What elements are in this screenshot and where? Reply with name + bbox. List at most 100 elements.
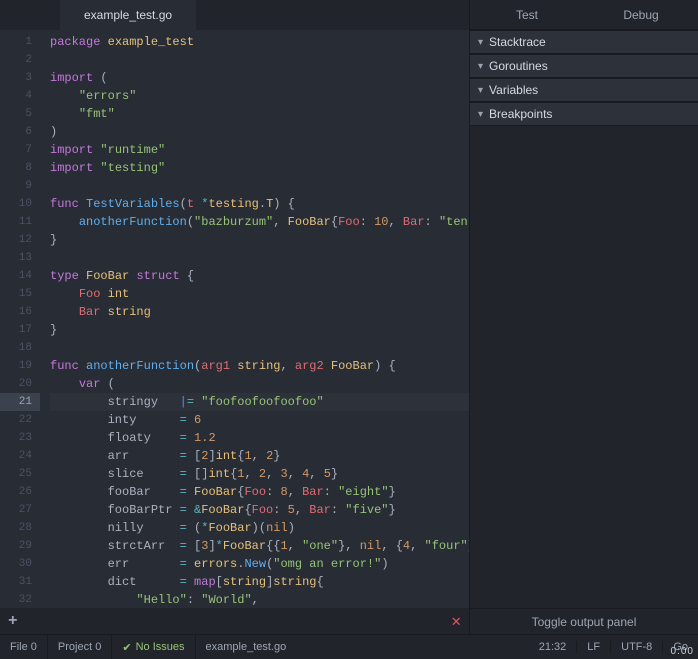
debug-tab-label: Test [516,8,538,22]
line-number[interactable]: 8 [0,159,40,177]
line-number[interactable]: 30 [0,555,40,573]
debug-section-variables[interactable]: ▾Variables [470,78,698,102]
code-line[interactable]: fooBar = FooBar{Foo: 8, Bar: "eight"} [50,483,469,501]
status-project-diagnostics[interactable]: Project 0 [48,635,112,659]
toggle-output-panel[interactable]: Toggle output panel [470,608,698,634]
code-line[interactable]: ) [50,123,469,141]
editor-bottom-bar: + ✕ [0,608,469,634]
code-line[interactable]: "fmt" [50,105,469,123]
code-line[interactable]: nilly = (*FooBar)(nil) [50,519,469,537]
debug-tab-test[interactable]: Test [470,0,584,29]
code-line[interactable]: import ( [50,69,469,87]
status-cursor[interactable]: 21:32 [529,641,578,653]
code-line[interactable]: } [50,321,469,339]
code-line[interactable] [50,249,469,267]
line-number[interactable]: 28 [0,519,40,537]
status-issues[interactable]: ✔ No Issues [112,635,194,659]
debug-tab-debug[interactable]: Debug [584,0,698,29]
tab-spacer [0,0,60,30]
chevron-down-icon: ▾ [478,37,483,48]
code-line[interactable]: dict = map[string]string{ [50,573,469,591]
editor-area[interactable]: 1234567891011121314151617181920212223242… [0,30,469,608]
line-number[interactable]: 5 [0,105,40,123]
close-pane-icon[interactable]: ✕ [451,611,461,631]
code-line[interactable]: func TestVariables(t *testing.T) { [50,195,469,213]
line-number[interactable]: 14 [0,267,40,285]
status-filename-label: example_test.go [206,641,287,653]
code-line[interactable]: anotherFunction("bazburzum", FooBar{Foo:… [50,213,469,231]
line-number[interactable]: 2 [0,51,40,69]
status-file-diagnostics[interactable]: File 0 [0,635,48,659]
add-pane-icon[interactable]: + [8,612,18,630]
status-bar: File 0 Project 0 ✔ No Issues example_tes… [0,634,698,659]
code-line[interactable]: import "testing" [50,159,469,177]
line-number[interactable]: 4 [0,87,40,105]
line-number[interactable]: 25 [0,465,40,483]
code-line[interactable]: func anotherFunction(arg1 string, arg2 F… [50,357,469,375]
line-number[interactable]: 19 [0,357,40,375]
line-number[interactable]: 13 [0,249,40,267]
status-filename[interactable]: example_test.go [195,635,297,659]
code-line[interactable]: import "runtime" [50,141,469,159]
status-encoding-label: UTF-8 [621,641,652,653]
code-line[interactable]: fooBarPtr = &FooBar{Foo: 5, Bar: "five"} [50,501,469,519]
line-number[interactable]: 10 [0,195,40,213]
file-tab[interactable]: example_test.go [60,0,196,30]
status-encoding[interactable]: UTF-8 [611,641,663,653]
line-number[interactable]: 32 [0,591,40,608]
line-number[interactable]: 6 [0,123,40,141]
code-line[interactable]: package example_test [50,33,469,51]
line-number[interactable]: 29 [0,537,40,555]
line-number[interactable]: 9 [0,177,40,195]
line-number[interactable]: 23 [0,429,40,447]
line-number[interactable]: 12 [0,231,40,249]
code-line[interactable]: Foo int [50,285,469,303]
line-number[interactable]: 24 [0,447,40,465]
line-number[interactable]: 15 [0,285,40,303]
line-number[interactable]: 26 [0,483,40,501]
code-line[interactable]: inty = 6 [50,411,469,429]
code-line[interactable]: Bar string [50,303,469,321]
line-number-gutter[interactable]: 1234567891011121314151617181920212223242… [0,30,40,608]
code-line[interactable] [50,177,469,195]
code-line[interactable]: err = errors.New("omg an error!") [50,555,469,573]
code-line[interactable]: "errors" [50,87,469,105]
line-number[interactable]: 11 [0,213,40,231]
line-number[interactable]: 20 [0,375,40,393]
line-number[interactable]: 27 [0,501,40,519]
chevron-down-icon: ▾ [478,85,483,96]
code-line[interactable] [50,339,469,357]
debug-tab-label: Debug [623,8,658,22]
code-line[interactable] [50,51,469,69]
line-number[interactable]: 1 [0,33,40,51]
line-number[interactable]: 17 [0,321,40,339]
line-number[interactable]: 16 [0,303,40,321]
debug-section-goroutines[interactable]: ▾Goroutines [470,54,698,78]
debug-section-stacktrace[interactable]: ▾ Stacktrace [470,30,698,54]
code-line[interactable]: slice = []int{1, 2, 3, 4, 5} [50,465,469,483]
code-content[interactable]: package example_testimport ( "errors" "f… [40,30,469,608]
code-line[interactable]: stringy |= "foofoofoofoofoo" [50,393,469,411]
line-number[interactable]: 7 [0,141,40,159]
status-eol[interactable]: LF [577,641,611,653]
line-number[interactable]: 22 [0,411,40,429]
file-tab-label: example_test.go [84,8,172,22]
debug-section-label: Goroutines [489,59,548,73]
line-number[interactable]: 31 [0,573,40,591]
main-area: example_test.go 123456789101112131415161… [0,0,698,634]
app-root: example_test.go 123456789101112131415161… [0,0,698,659]
status-file-label: File [10,641,28,653]
status-eol-label: LF [587,641,600,653]
line-number[interactable]: 18 [0,339,40,357]
code-line[interactable]: arr = [2]int{1, 2} [50,447,469,465]
line-number[interactable]: 3 [0,69,40,87]
debug-section-breakpoints[interactable]: ▾Breakpoints [470,102,698,126]
code-line[interactable]: strctArr = [3]*FooBar{{1, "one"}, nil, {… [50,537,469,555]
line-number[interactable]: 21 [0,393,40,411]
code-line[interactable]: type FooBar struct { [50,267,469,285]
code-line[interactable]: } [50,231,469,249]
debug-section-label: Stacktrace [489,35,546,49]
code-line[interactable]: var ( [50,375,469,393]
code-line[interactable]: "Hello": "World", [50,591,469,608]
code-line[interactable]: floaty = 1.2 [50,429,469,447]
